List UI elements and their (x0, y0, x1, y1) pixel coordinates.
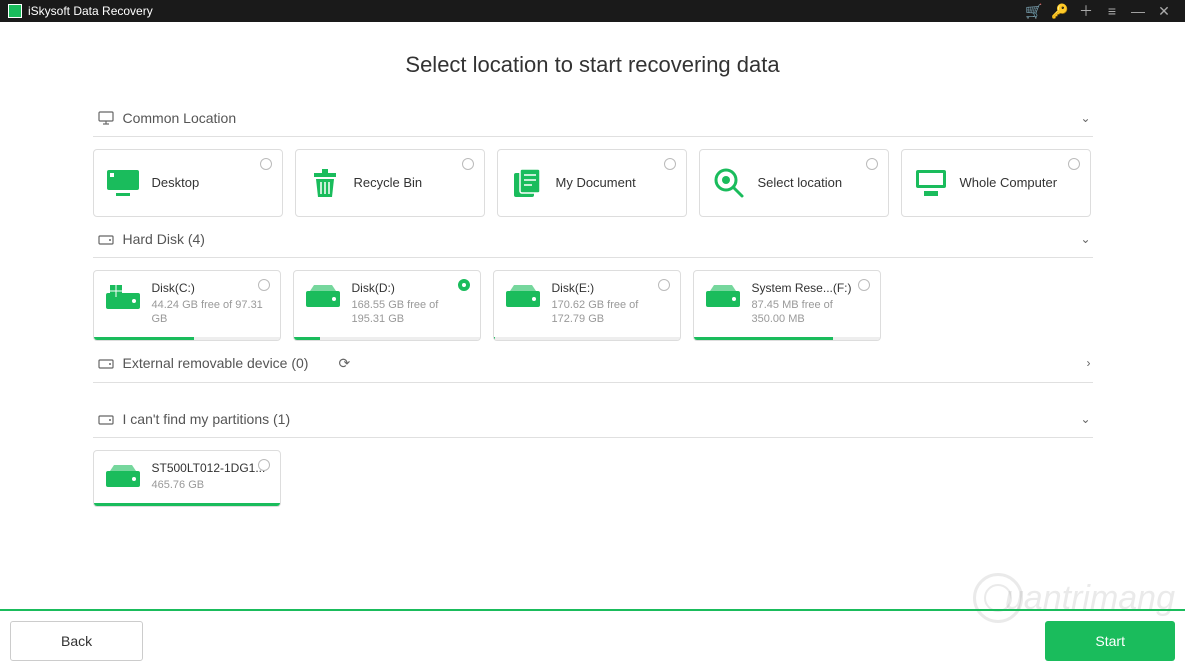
footer-bar: Back Start (0, 609, 1185, 671)
disk-name: Disk(C:) (152, 281, 270, 295)
section-header-common[interactable]: Common Location ⌄ (93, 100, 1093, 137)
title-bar: iSkysoft Data Recovery 🛒 🔑 ＋ ≡ — ✕ (0, 0, 1185, 22)
close-icon[interactable]: ✕ (1151, 3, 1177, 20)
radio[interactable] (258, 279, 270, 291)
disk-name: System Rese...(F:) (752, 281, 870, 295)
section-cant-find: I can't find my partitions (1) ⌄ ST500LT… (93, 401, 1093, 511)
trash-icon (306, 164, 344, 202)
disk-name: Disk(E:) (552, 281, 670, 295)
section-header-external[interactable]: External removable device (0) ⟳ › (93, 345, 1093, 383)
disk-card-e[interactable]: Disk(E:) 170.62 GB free of 172.79 GB (493, 270, 681, 341)
drive-icon (95, 357, 117, 369)
disk-progress (94, 503, 280, 506)
section-external: External removable device (0) ⟳ › (93, 345, 1093, 383)
section-label: External removable device (0) (123, 355, 309, 371)
key-icon[interactable]: 🔑 (1047, 3, 1073, 20)
disk-card-f[interactable]: System Rese...(F:) 87.45 MB free of 350.… (693, 270, 881, 341)
monitor-icon (95, 111, 117, 125)
section-label: I can't find my partitions (1) (123, 411, 291, 427)
search-icon (710, 164, 748, 202)
chevron-right-icon: › (1087, 356, 1091, 370)
radio-selected[interactable] (458, 279, 470, 291)
radio[interactable] (260, 158, 272, 170)
drive-icon (95, 233, 117, 245)
document-icon (508, 164, 546, 202)
card-label: Recycle Bin (354, 176, 423, 190)
card-whole-computer[interactable]: Whole Computer (901, 149, 1091, 217)
radio[interactable] (258, 459, 270, 471)
card-label: Desktop (152, 176, 200, 190)
disk-free: 170.62 GB free of 172.79 GB (552, 298, 670, 327)
disk-card-c[interactable]: Disk(C:) 44.24 GB free of 97.31 GB (93, 270, 281, 341)
disk-free: 168.55 GB free of 195.31 GB (352, 298, 470, 327)
chevron-down-icon: ⌄ (1080, 232, 1090, 246)
chevron-down-icon: ⌄ (1080, 111, 1090, 125)
app-logo (8, 4, 22, 18)
computer-icon (912, 164, 950, 202)
chevron-down-icon: ⌄ (1080, 412, 1090, 426)
windows-drive-icon (104, 283, 142, 313)
card-recycle-bin[interactable]: Recycle Bin (295, 149, 485, 217)
card-label: My Document (556, 176, 636, 190)
disk-free: 465.76 GB (152, 478, 266, 492)
disk-card-physical-0[interactable]: ST500LT012-1DG1... 465.76 GB (93, 450, 281, 507)
cart-icon[interactable]: 🛒 (1021, 3, 1047, 20)
page-title: Select location to start recovering data (0, 52, 1185, 78)
section-hard-disk: Hard Disk (4) ⌄ Disk(C:) 44.24 GB free o… (93, 221, 1093, 345)
disk-name: Disk(D:) (352, 281, 470, 295)
disk-free: 87.45 MB free of 350.00 MB (752, 298, 870, 327)
disk-progress (94, 337, 280, 340)
card-select-location[interactable]: Select location (699, 149, 889, 217)
section-common: Common Location ⌄ Desktop Recycle Bin (93, 100, 1093, 221)
section-header-hard-disk[interactable]: Hard Disk (4) ⌄ (93, 221, 1093, 258)
section-header-cant-find[interactable]: I can't find my partitions (1) ⌄ (93, 401, 1093, 438)
disk-card-d[interactable]: Disk(D:) 168.55 GB free of 195.31 GB (293, 270, 481, 341)
start-button[interactable]: Start (1045, 621, 1175, 661)
main-area: Select location to start recovering data… (0, 22, 1185, 609)
hard-disk-row: Disk(C:) 44.24 GB free of 97.31 GB Disk(… (93, 258, 1093, 345)
radio[interactable] (858, 279, 870, 291)
drive-icon (104, 463, 142, 493)
cant-find-row: ST500LT012-1DG1... 465.76 GB (93, 438, 1093, 511)
section-label: Hard Disk (4) (123, 231, 205, 247)
radio[interactable] (664, 158, 676, 170)
plus-icon[interactable]: ＋ (1073, 1, 1099, 21)
disk-name: ST500LT012-1DG1... (152, 461, 266, 475)
radio[interactable] (866, 158, 878, 170)
drive-icon (504, 283, 542, 313)
minimize-icon[interactable]: — (1125, 3, 1151, 19)
drive-icon (704, 283, 742, 313)
common-card-row: Desktop Recycle Bin My Document (93, 137, 1093, 221)
disk-free: 44.24 GB free of 97.31 GB (152, 298, 270, 327)
card-label: Whole Computer (960, 176, 1058, 190)
card-label: Select location (758, 176, 843, 190)
refresh-icon[interactable]: ⟳ (338, 355, 350, 372)
desktop-icon (104, 164, 142, 202)
drive-icon (95, 413, 117, 425)
back-button[interactable]: Back (10, 621, 143, 661)
disk-progress (294, 337, 480, 340)
radio[interactable] (462, 158, 474, 170)
section-label: Common Location (123, 110, 237, 126)
radio[interactable] (1068, 158, 1080, 170)
menu-icon[interactable]: ≡ (1099, 3, 1125, 19)
card-my-document[interactable]: My Document (497, 149, 687, 217)
app-title: iSkysoft Data Recovery (28, 4, 153, 18)
drive-icon (304, 283, 342, 313)
radio[interactable] (658, 279, 670, 291)
disk-progress (494, 337, 680, 340)
card-desktop[interactable]: Desktop (93, 149, 283, 217)
disk-progress (694, 337, 880, 340)
